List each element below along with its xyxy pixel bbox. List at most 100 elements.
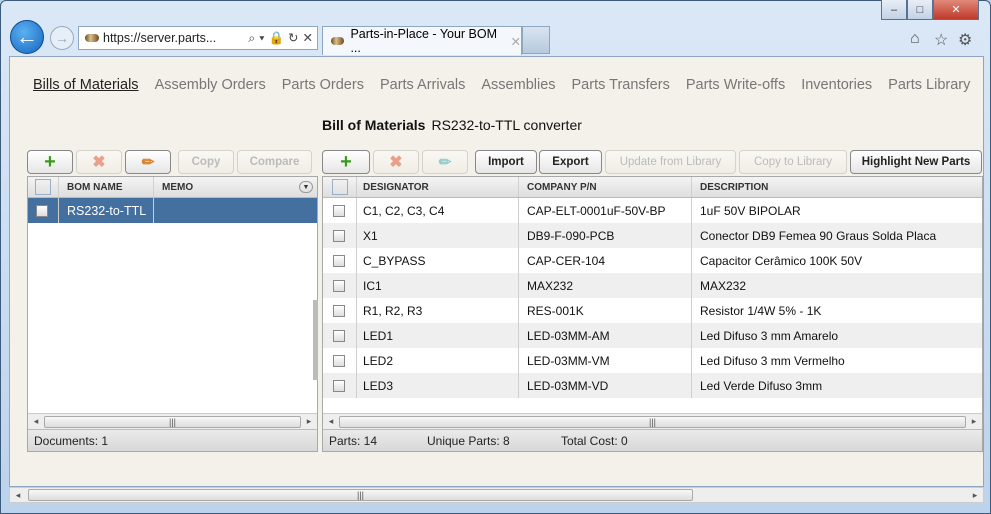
tab-close-icon[interactable]: ✕ — [511, 34, 521, 49]
column-description[interactable]: DESCRIPTION — [692, 177, 982, 197]
row-checkbox[interactable] — [333, 329, 345, 342]
delete-icon: ✖ — [389, 154, 403, 171]
row-checkbox[interactable] — [333, 254, 345, 267]
delete-part-button[interactable]: ✖ — [373, 150, 419, 174]
site-icon — [85, 34, 99, 42]
unique-parts-count: Unique Parts: 8 — [427, 433, 510, 448]
forward-button[interactable]: → — [50, 26, 74, 50]
row-checkbox[interactable] — [333, 354, 345, 367]
table-row[interactable]: R1, R2, R3 RES-001K Resistor 1/4W 5% - 1… — [323, 298, 982, 323]
description-cell: MAX232 — [700, 278, 747, 293]
delete-bom-button[interactable]: ✖ — [76, 150, 122, 174]
designator-cell: LED1 — [357, 323, 519, 348]
gear-icon[interactable]: ⚙ — [958, 30, 972, 50]
import-button[interactable]: Import — [475, 150, 537, 174]
documents-count: Documents: 1 — [34, 433, 109, 448]
parts-grid: DESIGNATOR COMPANY P/N DESCRIPTION C1, C… — [322, 176, 983, 452]
plus-icon: + — [340, 150, 352, 173]
home-icon[interactable]: ⌂ — [910, 30, 920, 48]
edit-part-button[interactable]: ✏ — [422, 150, 468, 174]
column-memo[interactable]: MEMO — [162, 182, 193, 193]
edit-bom-button[interactable]: ✏ — [125, 150, 171, 174]
copy-to-library-button[interactable]: Copy to Library — [739, 150, 847, 174]
row-checkbox[interactable] — [333, 279, 345, 292]
maximize-button[interactable]: □ — [907, 0, 933, 20]
total-cost: Total Cost: 0 — [561, 433, 628, 448]
nav-parts-library[interactable]: Parts Library — [888, 77, 970, 93]
row-checkbox[interactable] — [333, 204, 345, 217]
compare-button[interactable]: Compare — [237, 150, 312, 174]
description-cell: Led Difuso 3 mm Amarelo — [700, 328, 839, 343]
table-row[interactable]: IC1 MAX232 MAX232 — [323, 273, 982, 298]
tab-title: Parts-in-Place - Your BOM ... — [350, 27, 498, 55]
designator-cell: LED2 — [357, 348, 519, 373]
column-bom-name[interactable]: BOM NAME — [59, 177, 154, 197]
designator-cell: IC1 — [357, 273, 519, 298]
vertical-scrollbar-thumb[interactable] — [313, 300, 318, 380]
url-text: https://server.parts... — [103, 31, 217, 45]
add-part-button[interactable]: + — [322, 150, 370, 174]
nav-assembly-orders[interactable]: Assembly Orders — [155, 77, 266, 93]
table-row[interactable]: X1 DB9-F-090-PCB Conector DB9 Femea 90 G… — [323, 223, 982, 248]
nav-inventories[interactable]: Inventories — [801, 77, 872, 93]
description-cell: 1uF 50V BIPOLAR — [700, 203, 801, 218]
title-value: RS232-to-TTL converter — [431, 117, 582, 133]
back-button[interactable]: ← — [10, 20, 44, 54]
copy-button[interactable]: Copy — [178, 150, 234, 174]
page-horizontal-scrollbar[interactable]: ◂ ||| ▸ — [9, 487, 984, 503]
browser-tab[interactable]: Parts-in-Place - Your BOM ... ✕ — [322, 26, 522, 55]
grid-header: BOM NAME MEMO ▼ — [28, 177, 317, 198]
table-row[interactable]: C1, C2, C3, C4 CAP-ELT-0001uF-50V-BP 1uF… — [323, 198, 982, 223]
new-tab-button[interactable] — [522, 26, 550, 54]
bom-name-cell: RS232-to-TTL — [59, 198, 154, 223]
row-checkbox[interactable] — [333, 304, 345, 317]
nav-parts-transfers[interactable]: Parts Transfers — [572, 77, 670, 93]
favorites-star-icon[interactable]: ☆ — [934, 30, 948, 50]
description-cell: Capacitor Cerâmico 100K 50V — [700, 253, 863, 268]
add-bom-button[interactable]: + — [27, 150, 73, 174]
address-icons[interactable]: ⌕▾🔒↻✕ — [248, 30, 317, 46]
table-row[interactable]: LED1 LED-03MM-AM Led Difuso 3 mm Amarelo — [323, 323, 982, 348]
row-checkbox[interactable] — [333, 379, 345, 392]
export-button[interactable]: Export — [539, 150, 602, 174]
highlight-new-parts-button[interactable]: Highlight New Parts — [850, 150, 982, 174]
table-row[interactable]: LED3 LED-03MM-VD Led Verde Difuso 3mm — [323, 373, 982, 398]
column-company-pn[interactable]: COMPANY P/N — [519, 177, 692, 197]
bom-list-grid: BOM NAME MEMO ▼ RS232-to-TTL ◂ ||| ▸ Docume… — [27, 176, 318, 452]
tab-site-icon — [331, 37, 345, 45]
company-pn-cell: CAP-ELT-0001uF-50V-BP — [519, 198, 692, 223]
nav-bills-of-materials[interactable]: Bills of Materials — [33, 77, 139, 93]
page-title: Bill of Materials RS232-to-TTL converter — [0, 117, 991, 133]
update-from-library-button[interactable]: Update from Library — [605, 150, 736, 174]
horizontal-scrollbar[interactable]: ◂ ||| ▸ — [28, 413, 317, 429]
nav-parts-write-offs[interactable]: Parts Write-offs — [686, 77, 785, 93]
nav-parts-orders[interactable]: Parts Orders — [282, 77, 364, 93]
column-menu-icon[interactable]: ▼ — [299, 181, 313, 193]
description-cell: Led Verde Difuso 3mm — [700, 378, 823, 393]
description-cell: Conector DB9 Femea 90 Graus Solda Placa — [700, 228, 937, 243]
designator-cell: X1 — [357, 223, 519, 248]
designator-cell: C1, C2, C3, C4 — [357, 198, 519, 223]
table-row[interactable]: RS232-to-TTL — [28, 198, 317, 223]
company-pn-cell: DB9-F-090-PCB — [519, 223, 692, 248]
delete-icon: ✖ — [92, 154, 106, 171]
title-label: Bill of Materials — [322, 117, 426, 133]
company-pn-cell: LED-03MM-VM — [519, 348, 692, 373]
select-all-checkbox[interactable] — [332, 179, 348, 195]
row-checkbox[interactable] — [36, 204, 48, 217]
main-nav: Bills of Materials Assembly Orders Parts… — [33, 77, 970, 93]
parts-count: Parts: 14 — [329, 433, 378, 448]
close-window-button[interactable]: ✕ — [933, 0, 979, 20]
column-designator[interactable]: DESIGNATOR — [357, 177, 519, 197]
select-all-checkbox[interactable] — [35, 179, 51, 195]
address-bar[interactable]: https://server.parts... ⌕▾🔒↻✕ — [78, 26, 318, 50]
designator-cell: C_BYPASS — [357, 248, 519, 273]
company-pn-cell: CAP-CER-104 — [519, 248, 692, 273]
row-checkbox[interactable] — [333, 229, 345, 242]
nav-parts-arrivals[interactable]: Parts Arrivals — [380, 77, 465, 93]
minimize-button[interactable]: – — [881, 0, 907, 20]
horizontal-scrollbar[interactable]: ◂ ||| ▸ — [323, 413, 982, 429]
table-row[interactable]: C_BYPASS CAP-CER-104 Capacitor Cerâmico … — [323, 248, 982, 273]
nav-assemblies[interactable]: Assemblies — [481, 77, 555, 93]
table-row[interactable]: LED2 LED-03MM-VM Led Difuso 3 mm Vermelh… — [323, 348, 982, 373]
